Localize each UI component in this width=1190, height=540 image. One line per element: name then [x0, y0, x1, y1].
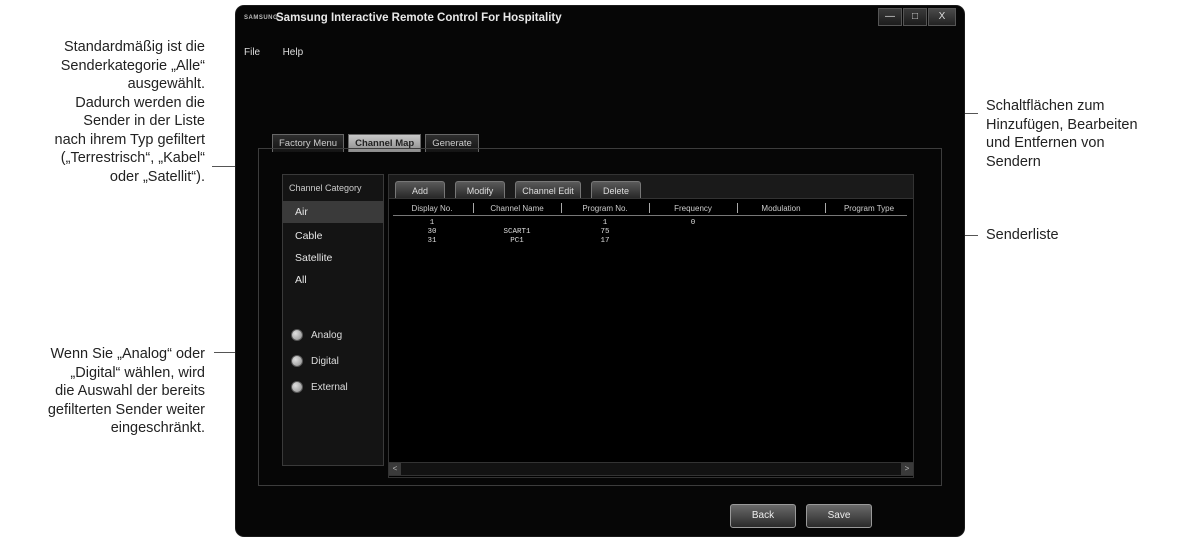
- annotation-line: Senderkategorie „Alle“: [60, 57, 205, 74]
- annotation-line: eingeschränkt.: [110, 420, 205, 436]
- annotation-line: Sender in der Liste: [83, 113, 205, 129]
- radio-label: External: [311, 381, 348, 393]
- column-separator: [825, 203, 826, 213]
- app-window: SAMSUNG Samsung Interactive Remote Contr…: [236, 6, 964, 536]
- annotation-line: („Terrestrisch“, „Kabel“: [60, 150, 205, 166]
- radio-label: Digital: [311, 355, 339, 367]
- channel-category-header: Channel Category: [289, 183, 362, 193]
- annotation-line: Dadurch werden die: [75, 94, 205, 111]
- table-row-cell[interactable]: SCART1: [477, 228, 557, 236]
- radio-dot-icon[interactable]: [291, 329, 303, 341]
- samsung-logo: SAMSUNG: [244, 15, 279, 21]
- annotation-line: oder „Satellit“).: [109, 168, 205, 185]
- category-item-cable[interactable]: Cable: [283, 225, 383, 247]
- table-row-cell[interactable]: 1: [565, 219, 645, 227]
- column-header-program-type[interactable]: Program Type: [829, 204, 909, 213]
- column-separator: [737, 203, 738, 213]
- radio-external[interactable]: External: [291, 381, 348, 393]
- title-bar[interactable]: SAMSUNG Samsung Interactive Remote Contr…: [236, 6, 964, 32]
- annotation-analog-digital: Wenn Sie „Analog“ oder „Digital“ wählen,…: [0, 345, 205, 438]
- radio-dot-icon[interactable]: [291, 355, 303, 367]
- back-button[interactable]: Back: [730, 504, 796, 528]
- column-header-modulation[interactable]: Modulation: [741, 204, 821, 213]
- minimize-button[interactable]: —: [878, 8, 902, 26]
- header-divider: [393, 215, 907, 216]
- column-separator: [649, 203, 650, 213]
- radio-dot-icon[interactable]: [291, 381, 303, 393]
- annotation-line: die Auswahl der bereits: [55, 383, 205, 399]
- save-button[interactable]: Save: [806, 504, 872, 528]
- annotation-line: gefilterten Sender weiter: [47, 401, 205, 418]
- table-row-cell[interactable]: 17: [565, 237, 645, 245]
- category-item-satellite[interactable]: Satellite: [283, 247, 383, 269]
- menu-file[interactable]: File: [244, 47, 260, 58]
- annotation-line: Standardmäßig ist die: [63, 39, 205, 55]
- annotation-line: „Digital“ wählen, wird: [70, 364, 205, 381]
- column-header-program-no[interactable]: Program No.: [565, 204, 645, 213]
- annotation-line: Sendern: [986, 153, 1041, 170]
- category-item-air[interactable]: Air: [283, 201, 383, 223]
- column-header-display-no[interactable]: Display No.: [395, 204, 469, 213]
- annotation-line: Schaltflächen zum: [986, 98, 1105, 114]
- column-header-channel-name[interactable]: Channel Name: [477, 204, 557, 213]
- table-row-cell[interactable]: 30: [395, 228, 469, 236]
- radio-digital[interactable]: Digital: [291, 355, 339, 367]
- radio-analog[interactable]: Analog: [291, 329, 342, 341]
- window-controls: — □ X: [877, 8, 956, 26]
- table-row-cell[interactable]: PC1: [477, 237, 557, 245]
- annotation-list: Senderliste: [986, 227, 1059, 243]
- scroll-right-icon[interactable]: >: [901, 463, 913, 475]
- maximize-button[interactable]: □: [903, 8, 927, 26]
- annotation-line: Hinzufügen, Bearbeiten: [986, 116, 1138, 133]
- annotation-line: nach ihrem Typ gefiltert: [54, 131, 205, 148]
- table-row-cell[interactable]: 1: [395, 219, 469, 227]
- annotation-line: Wenn Sie „Analog“ oder: [50, 346, 206, 362]
- horizontal-scrollbar[interactable]: < >: [388, 462, 914, 476]
- close-button[interactable]: X: [928, 8, 956, 26]
- scroll-left-icon[interactable]: <: [389, 463, 401, 475]
- annotation-line: und Entfernen von: [986, 135, 1105, 151]
- menu-help[interactable]: Help: [283, 47, 304, 58]
- column-separator: [561, 203, 562, 213]
- annotation-line: ausgewählt.: [127, 76, 205, 92]
- table-row-cell[interactable]: 75: [565, 228, 645, 236]
- table-row-cell[interactable]: 31: [395, 237, 469, 245]
- table-row-cell[interactable]: 0: [653, 219, 733, 227]
- annotation-buttons: Schaltflächen zum Hinzufügen, Bearbeiten…: [986, 97, 1186, 171]
- window-title: Samsung Interactive Remote Control For H…: [276, 12, 562, 24]
- column-header-frequency[interactable]: Frequency: [653, 204, 733, 213]
- annotation-category-default: Standardmäßig ist die Senderkategorie „A…: [0, 38, 205, 186]
- column-separator: [473, 203, 474, 213]
- channel-category-panel: Channel Category Air Cable Satellite All…: [282, 174, 384, 466]
- channel-list[interactable]: Display No. Channel Name Program No. Fre…: [388, 198, 914, 478]
- radio-label: Analog: [311, 329, 343, 341]
- menu-bar: File Help: [236, 42, 313, 58]
- category-item-all[interactable]: All: [283, 269, 383, 291]
